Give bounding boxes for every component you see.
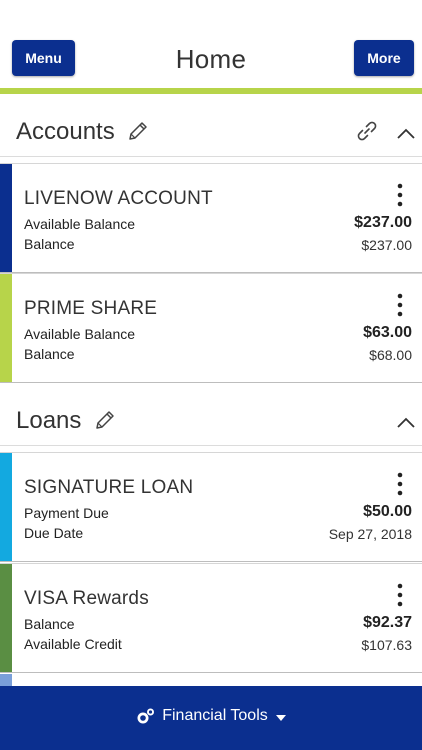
coins-icon xyxy=(137,708,155,724)
loan-card-visa-rewards[interactable]: VISA Rewards Balance $92.37 Available Cr… xyxy=(0,563,422,673)
account-card-livenow[interactable]: LIVENOW ACCOUNT Available Balance $237.0… xyxy=(0,163,422,273)
loan-color-bar xyxy=(0,453,12,561)
balance-value: $68.00 xyxy=(369,347,412,363)
edit-loans-pencil-icon[interactable] xyxy=(94,409,116,431)
account-color-bar xyxy=(0,164,12,272)
financial-tools-label: Financial Tools xyxy=(162,707,268,724)
loans-divider xyxy=(0,445,422,446)
account-name: LIVENOW ACCOUNT xyxy=(24,188,213,209)
loans-title: Loans xyxy=(16,407,82,434)
accounts-title: Accounts xyxy=(16,118,115,145)
loans-section-header: Loans xyxy=(0,389,422,451)
account-card-prime-share[interactable]: PRIME SHARE Available Balance $63.00 Bal… xyxy=(0,273,422,383)
balance-label: Balance xyxy=(24,346,75,362)
link-icon[interactable] xyxy=(354,118,380,144)
available-balance-value: $237.00 xyxy=(354,214,412,231)
account-color-bar xyxy=(0,274,12,382)
more-button[interactable]: More xyxy=(354,40,414,76)
financial-tools-toggle[interactable]: Financial Tools xyxy=(136,707,286,725)
loan-name: SIGNATURE LOAN xyxy=(24,477,194,498)
balance-value: $92.37 xyxy=(363,614,412,631)
payment-due-label: Payment Due xyxy=(24,505,109,521)
collapse-accounts-chevron-up-icon[interactable] xyxy=(396,126,416,140)
app-header: Menu Home More xyxy=(0,0,422,88)
balance-label: Balance xyxy=(24,236,75,252)
available-credit-label: Available Credit xyxy=(24,636,122,652)
collapse-loans-chevron-up-icon[interactable] xyxy=(396,415,416,429)
available-balance-label: Available Balance xyxy=(24,326,136,342)
account-options-kebab-icon[interactable] xyxy=(392,292,408,320)
available-balance-value: $63.00 xyxy=(363,324,412,341)
financial-tools-footer[interactable]: Financial Tools xyxy=(0,686,422,750)
payment-due-value: $50.00 xyxy=(363,503,412,520)
balance-label: Balance xyxy=(24,616,75,632)
caret-down-icon xyxy=(275,715,286,721)
due-date-label: Due Date xyxy=(24,525,84,541)
loan-card-signature[interactable]: SIGNATURE LOAN Payment Due $50.00 Due Da… xyxy=(0,452,422,562)
loan-name: VISA Rewards xyxy=(24,588,149,609)
accounts-section-header: Accounts xyxy=(0,100,422,162)
available-balance-label: Available Balance xyxy=(24,216,136,232)
loan-options-kebab-icon[interactable] xyxy=(392,582,408,610)
account-name: PRIME SHARE xyxy=(24,298,158,319)
account-options-kebab-icon[interactable] xyxy=(392,182,408,210)
balance-value: $237.00 xyxy=(361,237,412,253)
edit-accounts-pencil-icon[interactable] xyxy=(127,120,149,142)
loan-color-bar xyxy=(0,564,12,672)
available-credit-value: $107.63 xyxy=(361,637,412,653)
header-accent-line xyxy=(0,88,422,94)
loan-options-kebab-icon[interactable] xyxy=(392,471,408,499)
due-date-value: Sep 27, 2018 xyxy=(328,526,412,542)
accounts-divider xyxy=(0,156,422,157)
